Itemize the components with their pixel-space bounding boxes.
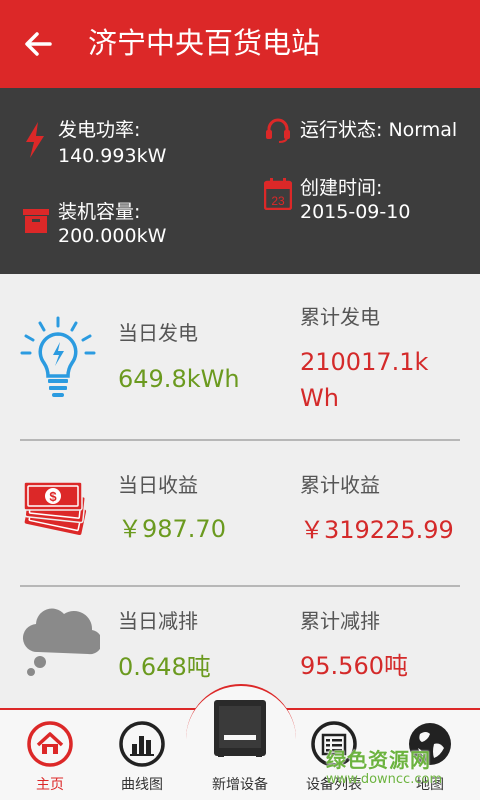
home-icon [27,721,73,767]
money-stack-icon: $ [23,481,87,535]
today-income-value: ￥987.70 [118,515,226,543]
today-emission-label: 当日减排 [118,609,198,633]
divider [20,585,460,587]
today-income-label: 当日收益 [118,473,198,497]
app-bar: 济宁中央百货电站 [0,0,480,88]
svg-text:$: $ [49,489,57,504]
today-generation-value: 649.8kWh [118,365,240,393]
bar-chart-icon [119,721,165,767]
total-emission-label: 累计减排 [300,609,380,633]
stat-row-income: $ 当日收益 ￥987.70 累计收益 ￥319225.99 [20,460,480,612]
total-generation-value: 210017.1kWh [300,348,429,412]
back-button[interactable] [20,26,56,62]
headset-icon [266,118,290,143]
svg-text:23: 23 [271,194,285,208]
box-icon [23,209,49,233]
watermark-text: 绿色资源网 [326,748,431,772]
total-emission-value: 95.560吨 [300,652,408,680]
capacity-value: 200.000kW [58,225,167,247]
arrow-left-icon [25,32,52,56]
site-watermark: 绿色资源网 www.downcc.com [316,744,476,798]
divider [20,439,460,441]
status-value: Normal [388,119,458,141]
created-value: 2015-09-10 [300,201,411,223]
calendar-icon: 23 [264,178,292,210]
nav-home-label: 主页 [36,777,64,793]
lightning-icon [26,122,44,158]
total-income-label: 累计收益 [300,473,380,497]
today-generation-label: 当日发电 [118,321,198,345]
lightbulb-icon [20,316,96,397]
watermark-url: www.downcc.com [326,772,443,787]
power-label: 发电功率: [58,119,141,141]
nav-add-device-button[interactable] [210,698,270,758]
status-label-text: 运行状态: [300,119,383,141]
total-generation-label: 累计发电 [300,305,380,329]
status-label: 运行状态: Normal [300,118,457,142]
nav-add-device-label: 新增设备 [212,777,268,793]
nav-chart[interactable]: 曲线图 [94,708,190,800]
station-info-panel: 发电功率: 140.993kW 运行状态: Normal 装机容量: 200.0… [0,88,480,274]
cloud-icon [22,608,100,676]
nav-home[interactable]: 主页 [2,708,98,800]
nav-chart-label: 曲线图 [121,777,163,793]
capacity-label: 装机容量: [58,201,141,223]
power-value: 140.993kW [58,145,167,167]
today-emission-value: 0.648吨 [118,653,211,681]
device-icon [214,700,266,757]
total-income-value: ￥319225.99 [300,516,454,544]
page-title: 济宁中央百货电站 [88,26,321,60]
created-label: 创建时间: [300,177,383,199]
stat-row-generation: 当日发电 649.8kWh 累计发电 210017.1kWh [20,296,480,448]
